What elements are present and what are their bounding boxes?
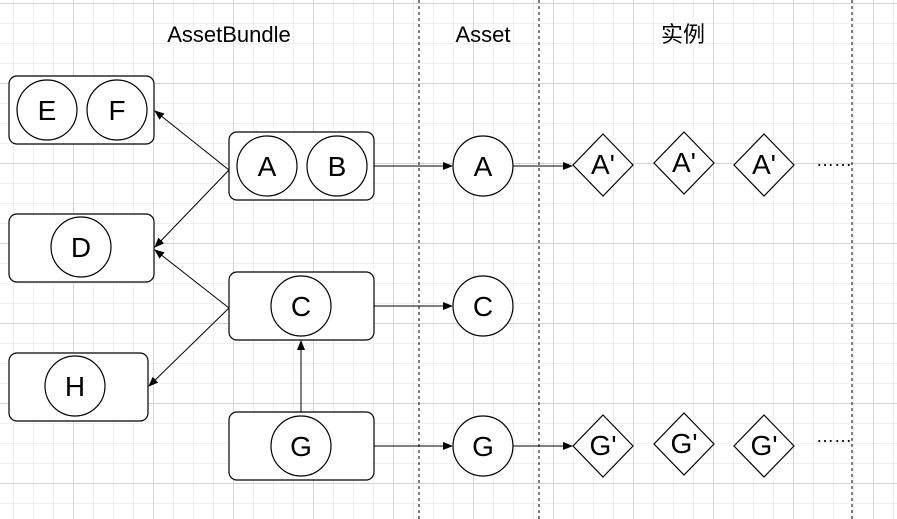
bundle-h: H <box>8 352 149 422</box>
column-label-assetbundle: AssetBundle <box>167 22 291 47</box>
svg-text:G: G <box>472 431 494 462</box>
instance-g-2: G' <box>653 412 715 476</box>
instance-g-3: G' <box>733 414 795 478</box>
svg-text:G': G' <box>589 430 616 461</box>
instance-g-ellipsis: …… <box>816 426 852 446</box>
svg-text:G': G' <box>750 430 777 461</box>
instance-a-2: A' <box>653 131 715 195</box>
svg-text:A': A' <box>752 149 776 180</box>
asset-c: C <box>452 275 514 337</box>
arrow-ab-to-ef <box>154 110 230 171</box>
bundle-item-c: C <box>270 275 332 337</box>
svg-text:F: F <box>108 95 125 126</box>
svg-text:A': A' <box>672 147 696 178</box>
bundle-item-g: G <box>270 415 332 477</box>
bundle-c: C <box>228 271 375 341</box>
arrow-c-to-d <box>154 249 230 309</box>
svg-text:G: G <box>290 431 312 462</box>
asset-g: G <box>452 415 514 477</box>
instance-a-ellipsis: …… <box>816 150 852 170</box>
assetbundle-diagram: AssetBundle Asset 实例 E F A B D C H G A C… <box>8 0 853 519</box>
bundle-item-h: H <box>44 355 106 417</box>
svg-text:B: B <box>328 151 347 182</box>
svg-text:A': A' <box>591 149 615 180</box>
svg-text:H: H <box>65 371 85 402</box>
bundle-item-f: F <box>86 79 148 141</box>
bundle-g: G <box>228 411 375 481</box>
instance-g-1: G' <box>572 414 634 478</box>
bundle-d: D <box>8 213 155 283</box>
column-label-asset: Asset <box>455 22 510 47</box>
svg-text:D: D <box>71 232 91 263</box>
asset-a: A <box>452 135 514 197</box>
arrow-c-to-h <box>148 307 230 387</box>
bundle-item-e: E <box>16 79 78 141</box>
instance-a-3: A' <box>733 133 795 197</box>
instance-a-1: A' <box>572 133 634 197</box>
svg-text:C: C <box>473 291 493 322</box>
bundle-ef: E F <box>8 75 155 145</box>
svg-text:G': G' <box>670 428 697 459</box>
svg-text:A: A <box>474 151 493 182</box>
arrow-ab-to-d <box>154 169 230 248</box>
bundle-item-a: A <box>236 135 298 197</box>
svg-text:C: C <box>291 291 311 322</box>
bundle-ab: A B <box>228 131 375 201</box>
bundle-item-d: D <box>50 216 112 278</box>
bundle-item-b: B <box>306 135 368 197</box>
svg-text:A: A <box>258 151 277 182</box>
column-label-instance: 实例 <box>661 22 705 47</box>
svg-text:E: E <box>38 95 57 126</box>
